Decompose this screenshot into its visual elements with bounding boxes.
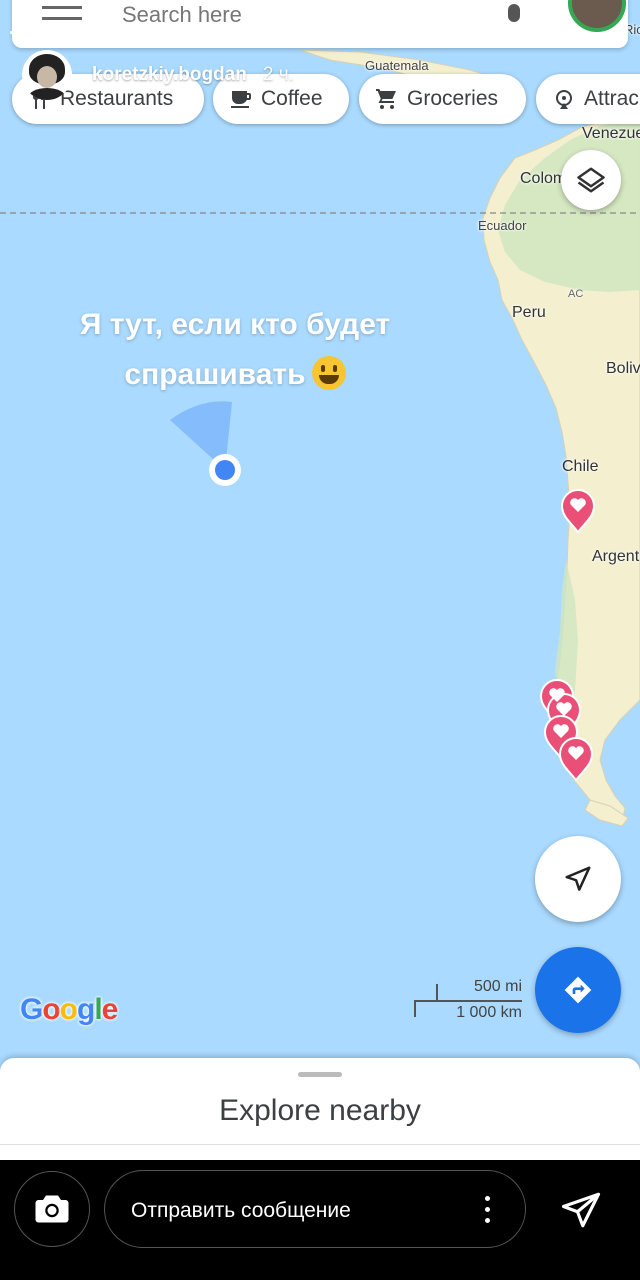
- layers-icon: [577, 167, 605, 193]
- username[interactable]: koretzkiy.bogdan: [92, 64, 247, 86]
- hamburger-menu-icon[interactable]: [42, 6, 82, 20]
- maps-search-bar[interactable]: Search here: [12, 0, 628, 48]
- caption-line-2: спрашивать: [124, 358, 306, 391]
- sheet-title: Explore nearby: [219, 1094, 421, 1127]
- more-options-icon[interactable]: [485, 1196, 491, 1224]
- camera-icon: [35, 1195, 69, 1223]
- map-label-ecuador: Ecuador: [478, 218, 527, 233]
- message-input[interactable]: Отправить сообщение: [104, 1170, 526, 1248]
- map-label-peru: Peru: [512, 304, 546, 321]
- story-caption: Я тут, если кто будет спрашивать: [20, 300, 450, 400]
- story-reply-bar: Отправить сообщение: [0, 1160, 640, 1280]
- sheet-drag-handle[interactable]: [298, 1072, 342, 1077]
- microphone-icon[interactable]: [508, 4, 520, 22]
- caption-line-1: Я тут, если кто будет: [79, 308, 391, 341]
- location-dot: [215, 460, 235, 480]
- map-label-colombia: Colom: [520, 170, 567, 187]
- map-label-chile: Chile: [562, 458, 599, 475]
- shopping-cart-icon: [376, 89, 396, 109]
- paper-plane-icon: [561, 1192, 601, 1228]
- directions-button[interactable]: [535, 947, 621, 1033]
- chip-groceries[interactable]: Groceries: [359, 74, 526, 124]
- chip-label: Attrac: [584, 87, 639, 110]
- grinning-face-emoji-icon: [311, 356, 346, 390]
- google-logo: Google: [20, 993, 118, 1027]
- map-label-acre: AC: [568, 288, 584, 300]
- user-avatar[interactable]: [22, 50, 72, 100]
- chip-attractions[interactable]: Attrac: [536, 74, 640, 124]
- scale-kilometers: 1 000 km: [456, 1004, 522, 1021]
- story-frame: Guatemala Rio Venezue Colom Ecuador Peru…: [0, 0, 640, 1160]
- story-header: koretzkiy.bogdan 2 ч.: [22, 50, 294, 100]
- map-scale: 500 mi 1 000 km: [414, 978, 524, 1022]
- account-avatar[interactable]: [568, 0, 626, 32]
- message-placeholder: Отправить сообщение: [131, 1199, 351, 1222]
- camera-button[interactable]: [14, 1171, 90, 1247]
- map-label-bolivia: Boliv: [606, 360, 640, 377]
- attractions-icon: [556, 90, 572, 109]
- my-location-button[interactable]: [535, 836, 621, 922]
- map-label-argentina: Argent: [592, 548, 640, 565]
- search-placeholder: Search here: [122, 2, 242, 27]
- map-label-guatemala: Guatemala: [365, 58, 429, 73]
- story-progress-fill: [10, 31, 134, 34]
- map-label-venezuela: Venezue: [582, 125, 640, 142]
- chip-label: Groceries: [407, 87, 499, 110]
- explore-nearby-sheet[interactable]: Explore nearby: [0, 1058, 640, 1160]
- directions-icon: [564, 976, 592, 1004]
- scale-miles: 500 mi: [473, 978, 522, 995]
- google-logo-text: Google: [20, 993, 118, 1026]
- story-progress-bar: [10, 31, 134, 34]
- post-time: 2 ч.: [262, 64, 294, 85]
- send-button[interactable]: [556, 1185, 606, 1235]
- layers-button[interactable]: [561, 150, 621, 210]
- navigation-arrow-icon: [565, 866, 591, 891]
